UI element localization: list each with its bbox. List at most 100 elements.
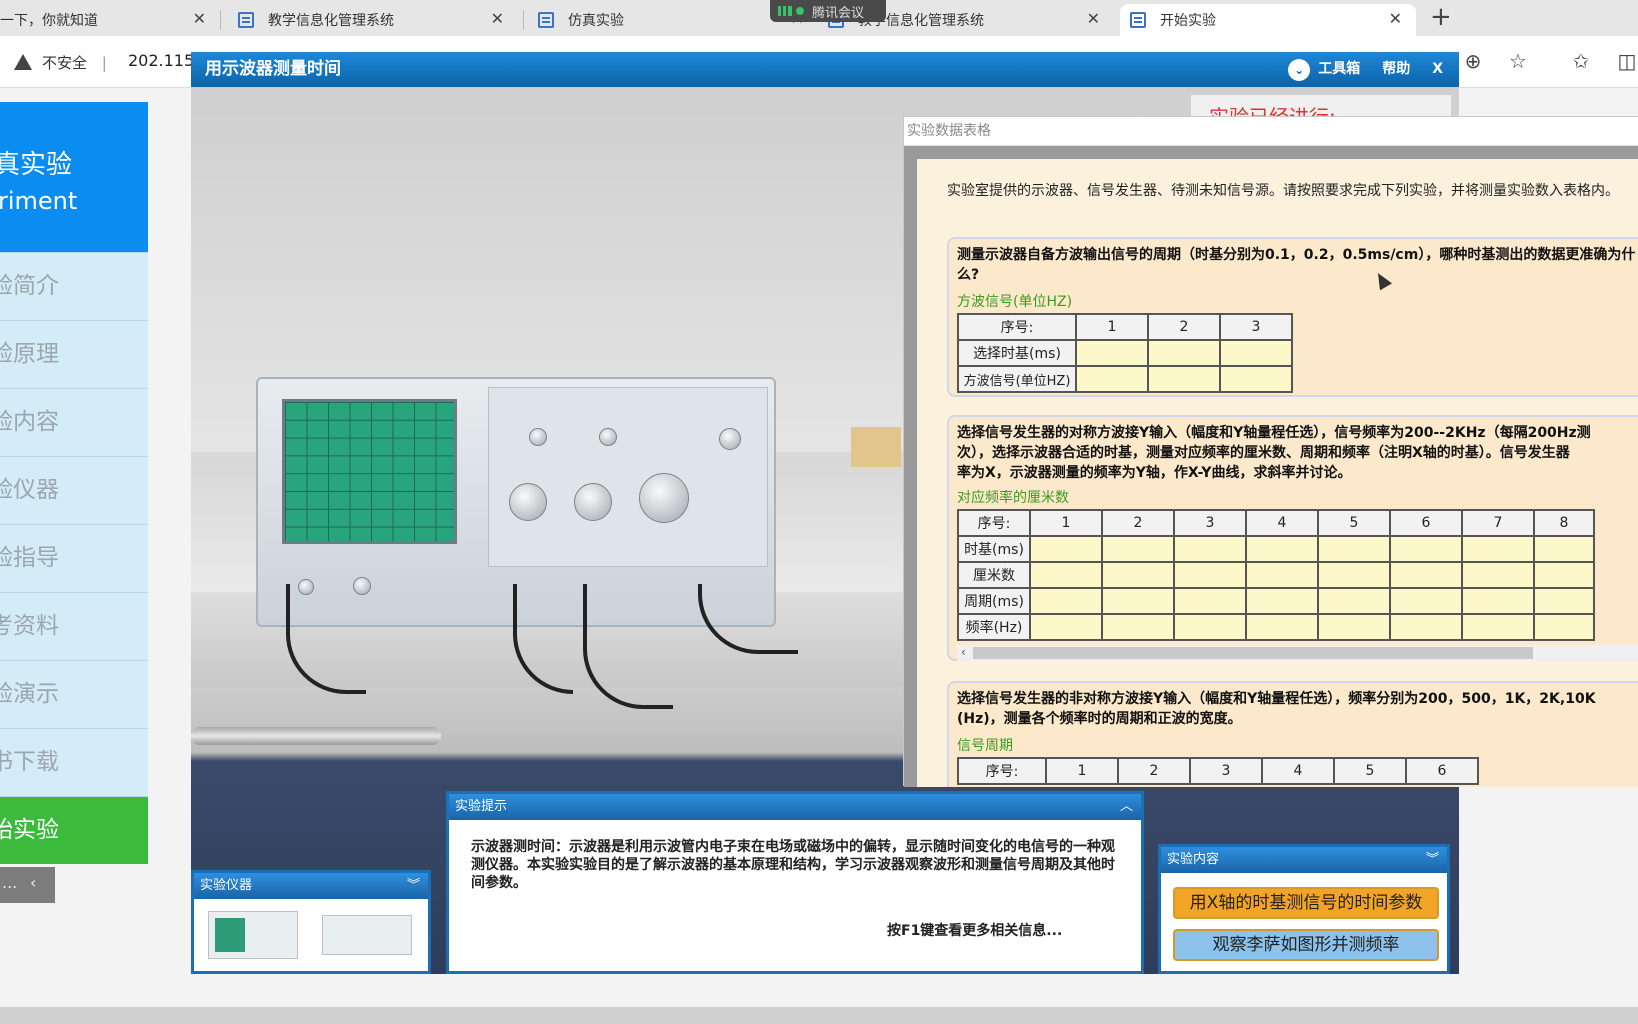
input-cell[interactable] [1173,587,1247,615]
url-field[interactable]: 202.115. [128,51,199,70]
collapse-icon[interactable]: ︾ [1426,847,1439,873]
volts-div-knob[interactable] [509,483,547,521]
sidebar-item-content[interactable]: 验内容 [0,388,148,456]
scroll-left-icon[interactable]: ‹ [961,645,966,659]
zoom-icon[interactable]: ⊕ [1462,50,1484,72]
input-cell[interactable] [1245,535,1319,563]
sidebar-item-start[interactable]: 始实验 [0,796,148,864]
input-cell[interactable] [1029,561,1103,589]
browser-tab-5[interactable]: 开始实验 ✕ [1120,4,1416,36]
input-cell[interactable] [1461,561,1535,589]
question-2-subtitle: 对应频率的厘米数 [957,490,1069,506]
new-tab-icon[interactable]: + [1430,2,1452,32]
input-cell[interactable] [1101,561,1175,589]
volts-div-knob-2[interactable] [574,483,612,521]
question-2-text-line3: 率为X，示波器测量的频率为Y轴，作X-Y曲线，求斜率并讨论。 [957,465,1352,481]
close-button[interactable]: X [1432,52,1443,87]
scrollbar-thumb[interactable] [973,647,1533,659]
security-indicator[interactable]: 不安全 | [14,52,107,73]
sidebar-item-instruments[interactable]: 验仪器 [0,456,148,524]
input-cell[interactable] [1147,365,1221,393]
sidebar-item-guide[interactable]: 验指导 [0,524,148,592]
status-dot-icon [796,7,804,15]
input-cell[interactable] [1245,561,1319,589]
input-cell[interactable] [1173,535,1247,563]
input-cell[interactable] [1029,613,1103,641]
input-cell[interactable] [1245,587,1319,615]
input-cell[interactable] [1219,365,1293,393]
document-icon [238,12,254,28]
collapse-icon[interactable]: ︾ [407,873,420,899]
collapse-icon[interactable]: ︿ [1120,794,1133,820]
level-knob[interactable] [719,428,741,450]
tab-label: 一下，你就知道 [0,13,98,29]
signal-generator-thumbnail[interactable] [322,915,412,955]
input-cell[interactable] [1461,535,1535,563]
favorites-icon[interactable]: ✩ [1570,50,1592,72]
input-cell[interactable] [1173,613,1247,641]
sidebar-item-demo[interactable]: 验演示 [0,660,148,728]
input-cell[interactable] [1029,587,1103,615]
input-cell[interactable] [1317,535,1391,563]
add-favorite-icon[interactable]: ☆ [1507,50,1529,72]
table-header-cell: 1 [1075,313,1149,341]
input-cell[interactable] [1389,613,1463,641]
position-knob[interactable] [529,428,547,446]
input-cell[interactable] [1317,613,1391,641]
table-horizontal-scrollbar[interactable]: ‹ [957,645,1638,661]
probe-cable[interactable] [583,584,673,709]
input-cell[interactable] [1101,535,1175,563]
sidebar-item-references[interactable]: 考资料 [0,592,148,660]
input-cell[interactable] [1075,365,1149,393]
time-div-knob[interactable] [639,473,689,523]
oscilloscope-thumbnail[interactable] [208,911,298,959]
toolbox-button[interactable]: ⌄ 工具箱 [1288,52,1360,87]
browser-tab-2[interactable]: 教学信息化管理系统 ✕ [228,4,518,36]
input-cell[interactable] [1317,587,1391,615]
input-cell[interactable] [1533,587,1595,615]
input-cell[interactable] [1101,587,1175,615]
close-icon[interactable]: ✕ [1087,9,1100,28]
unknown-signal-source[interactable] [851,427,901,467]
input-cell[interactable] [1389,561,1463,589]
sidebar-item-intro[interactable]: 验简介 [0,252,148,320]
time-base-button[interactable]: 用X轴的时基测信号的时间参数 [1173,887,1439,919]
lissajous-button[interactable]: 观察李萨如图形并测频率 [1173,929,1439,961]
input-cell[interactable] [1029,535,1103,563]
browser-tab-1[interactable]: 一下，你就知道 ✕ [0,4,220,36]
table-header-cell: 序号: [957,509,1031,537]
sidebar-title-en: riment [0,187,78,215]
help-button[interactable]: 帮助 [1382,52,1410,87]
hint-f1-text: 按F1键查看更多相关信息... [887,923,1063,939]
input-cell[interactable] [1533,535,1595,563]
sidebar-item-principle[interactable]: 验原理 [0,320,148,388]
close-icon[interactable]: ✕ [491,9,504,28]
input-cell[interactable] [1219,339,1293,367]
input-cell[interactable] [1101,613,1175,641]
input-cell[interactable] [1533,613,1595,641]
bench-rail [191,727,441,745]
input-cell[interactable] [1075,339,1149,367]
sidebar-item-download[interactable]: 书下载 [0,728,148,796]
input-cell[interactable] [1317,561,1391,589]
input-cell[interactable] [1461,613,1535,641]
oscilloscope[interactable] [256,377,798,709]
oscilloscope-screen [282,399,457,544]
input-cell[interactable] [1533,561,1595,589]
pager-prev-icon[interactable]: ‹ [30,873,36,892]
table-header-cell: 2 [1101,509,1175,537]
close-icon[interactable]: ✕ [193,9,206,28]
table-header-cell: 3 [1189,757,1263,785]
pager-more[interactable]: ... [2,873,17,892]
input-cell[interactable] [1245,613,1319,641]
input-cell[interactable] [1389,587,1463,615]
close-icon[interactable]: ✕ [1389,9,1402,28]
input-cell[interactable] [1389,535,1463,563]
input-cell[interactable] [1461,587,1535,615]
input-cell[interactable] [1173,561,1247,589]
collections-icon[interactable]: ◫ [1616,50,1638,72]
position-knob-2[interactable] [599,428,617,446]
input-cell[interactable] [1147,339,1221,367]
table-header-cell: 5 [1333,757,1407,785]
meeting-indicator[interactable]: 腾讯会议 [770,0,886,22]
